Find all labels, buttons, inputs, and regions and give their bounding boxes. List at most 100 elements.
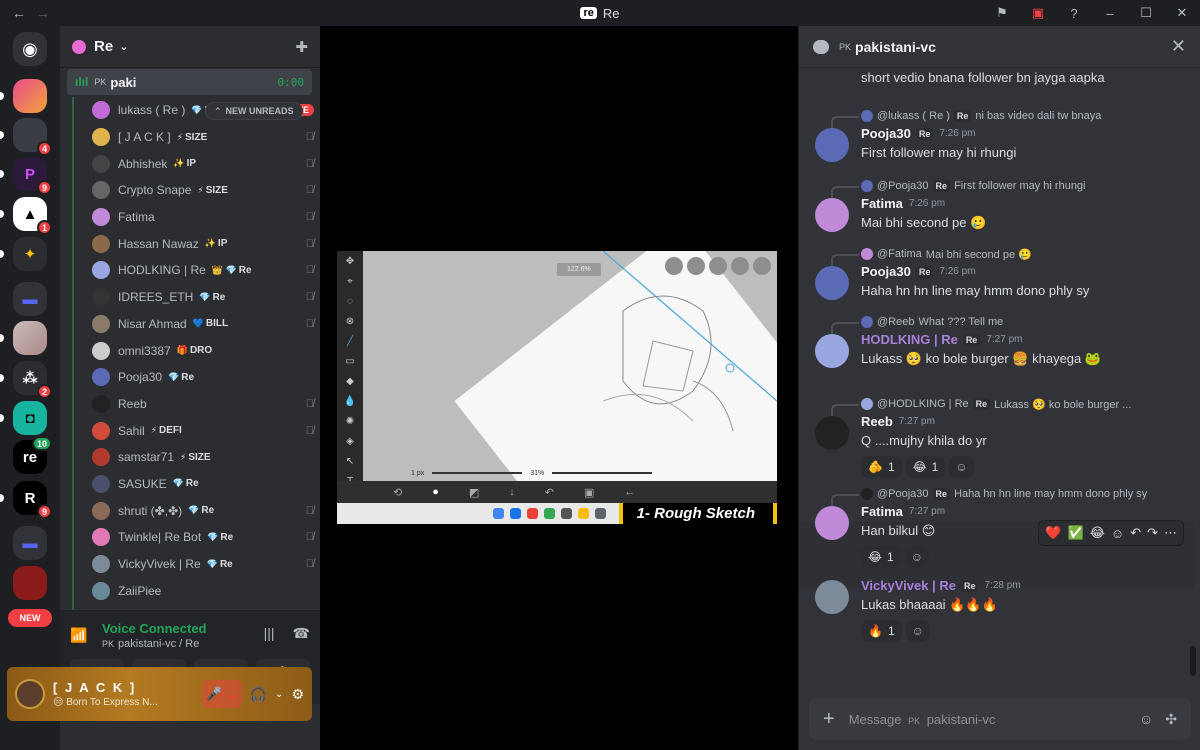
add-user-icon[interactable]: ✚ bbox=[295, 38, 308, 56]
reaction-button[interactable]: 🫵 1 bbox=[861, 456, 902, 478]
reaction-button[interactable]: 😂 1 bbox=[905, 456, 946, 478]
voice-member-row[interactable]: Twinkle| Re Bot 💎 Re 🎙̸ bbox=[92, 524, 314, 551]
message-author[interactable]: Pooja30 bbox=[861, 264, 911, 279]
close-icon[interactable]: ✕ bbox=[1164, 0, 1200, 26]
voice-status[interactable]: Voice Connected bbox=[102, 621, 207, 636]
forward-arrow-icon[interactable]: → bbox=[36, 5, 50, 21]
close-icon[interactable]: ✕ bbox=[1171, 36, 1186, 57]
voice-member-row[interactable]: omni3387 🎁 DRO bbox=[92, 337, 314, 364]
voice-member-row[interactable]: samstar71 ⚡ SIZE bbox=[92, 444, 314, 471]
signal-icon[interactable]: 📶 bbox=[70, 627, 87, 644]
new-servers-pill[interactable]: NEW bbox=[8, 609, 52, 627]
reply-preview[interactable]: @Pooja30 Re First follower may hi rhungi bbox=[831, 178, 1086, 198]
voice-channel-path[interactable]: pakistani-vc / Re bbox=[118, 638, 199, 650]
voice-member-row[interactable]: VickyVivek | Re 💎 Re 🎙̸ bbox=[92, 551, 314, 578]
voice-member-row[interactable]: IDREES_ETH 💎 Re 🎙̸ bbox=[92, 284, 314, 311]
stream-stage[interactable]: 122.6% ✥⌖◌⊗╱▭◆💧✺◈↖T 1 px 31% ⟲●◩↓↶▣← 1- … bbox=[320, 26, 798, 750]
voice-member-row[interactable]: shruti (✤,✤) 💎 Re 🎙̸ bbox=[92, 497, 314, 524]
avatar[interactable] bbox=[815, 580, 849, 614]
server-header[interactable]: Re ⌄ ✚ bbox=[60, 26, 320, 68]
add-attachment-icon[interactable]: + bbox=[823, 708, 835, 731]
message-author[interactable]: HODLKING | Re bbox=[861, 332, 958, 347]
flag-icon[interactable]: ⚑ bbox=[984, 0, 1020, 26]
back-arrow-icon[interactable]: ← bbox=[12, 5, 26, 21]
apps-icon[interactable]: ✣ bbox=[1165, 711, 1177, 728]
folder-icon[interactable]: ▬ bbox=[13, 282, 47, 316]
maximize-icon[interactable]: ☐ bbox=[1128, 0, 1164, 26]
forward-icon[interactable]: ↷ bbox=[1147, 525, 1158, 541]
message-author[interactable]: Fatima bbox=[861, 196, 903, 211]
voice-channel-row[interactable]: ılıl PK paki 0:00 bbox=[67, 69, 312, 95]
reply-preview[interactable]: @Pooja30 Re Haha hn hn line may hmm dono p… bbox=[831, 486, 1147, 506]
reply-icon[interactable]: ↶ bbox=[1130, 525, 1141, 541]
reply-preview[interactable]: @lukass ( Re ) Re ni bas video dali tw bna… bbox=[831, 108, 1101, 128]
settings-gear-icon[interactable]: ⚙ bbox=[291, 686, 304, 703]
reply-preview[interactable]: @HODLKING | Re Re Lukass 🥺 ko bole burger … bbox=[831, 396, 1131, 416]
avatar bbox=[92, 261, 110, 280]
voice-member-row[interactable]: Fatima 🎙̸ bbox=[92, 204, 314, 231]
reaction-button[interactable]: 😂 1 bbox=[861, 546, 901, 568]
heart-reaction-icon[interactable]: ❤️ bbox=[1045, 525, 1061, 541]
chat-scrollbar[interactable] bbox=[1190, 646, 1196, 676]
mute-mic-button[interactable]: 🎤̸ ⌄ bbox=[201, 680, 242, 708]
minimize-icon[interactable]: – bbox=[1092, 0, 1128, 26]
avatar[interactable] bbox=[815, 416, 849, 450]
server-icon[interactable] bbox=[0, 79, 47, 113]
message-composer[interactable]: + Message PK pakistani-vc ☺ ✣ bbox=[809, 698, 1191, 740]
message-author[interactable]: VickyVivek | Re bbox=[861, 578, 956, 593]
avatar[interactable] bbox=[815, 334, 849, 368]
help-icon[interactable]: ? bbox=[1056, 0, 1092, 26]
reaction-button[interactable]: 🔥 1 bbox=[861, 620, 902, 642]
voice-member-row[interactable]: Reeb 🎙̸ bbox=[92, 391, 314, 418]
emoji-icon[interactable]: ☺ bbox=[1139, 711, 1153, 728]
server-icon[interactable]: ⁂ 2 bbox=[0, 361, 52, 399]
server-icon[interactable]: re 10 bbox=[13, 436, 52, 474]
reply-preview[interactable]: @Reeb What ??? Tell me bbox=[831, 314, 1003, 334]
message-author[interactable]: Reeb bbox=[861, 414, 893, 429]
folder-icon[interactable]: ▬ bbox=[13, 526, 47, 560]
avatar[interactable] bbox=[815, 266, 849, 300]
add-reaction-icon[interactable]: ☺ bbox=[949, 456, 974, 478]
server-icon[interactable]: ◘ bbox=[0, 401, 47, 435]
voice-member-row[interactable]: ZaiiPiee bbox=[92, 577, 314, 604]
server-icon[interactable]: ✦ bbox=[0, 237, 47, 271]
message-timestamp: 7:27 pm bbox=[898, 416, 935, 427]
server-icon[interactable]: P9 bbox=[0, 157, 52, 195]
headphones-icon[interactable]: 🎧 bbox=[250, 686, 267, 703]
add-reaction-icon[interactable]: ☺ bbox=[904, 546, 929, 568]
add-reaction-icon[interactable]: ☺ bbox=[905, 620, 930, 642]
add-reaction-icon[interactable]: ☺ bbox=[1111, 526, 1124, 541]
noise-suppression-icon[interactable]: ||| bbox=[264, 625, 275, 642]
chevron-down-icon[interactable]: ⌄ bbox=[275, 689, 283, 700]
screen-share-video[interactable]: 122.6% ✥⌖◌⊗╱▭◆💧✺◈↖T 1 px 31% ⟲●◩↓↶▣← 1- … bbox=[337, 251, 777, 524]
voice-member-row[interactable]: SASUKE 💎 Re bbox=[92, 471, 314, 498]
server-icon[interactable]: ▲ 1 bbox=[0, 197, 52, 235]
reply-preview[interactable]: @Fatima Mai bhi second pe 🥲 bbox=[831, 246, 1032, 266]
server-icon[interactable]: R9 bbox=[0, 481, 52, 519]
voice-member-row[interactable]: HODLKING | Re 👑 💎 Re 🎙̸ bbox=[92, 257, 314, 284]
message-author[interactable]: Fatima bbox=[861, 504, 903, 519]
voice-member-row[interactable]: Crypto Snape ⚡ SIZE 🎙̸ bbox=[92, 177, 314, 204]
voice-member-row[interactable]: [ J A C K ] ⚡ SIZE 🎙̸ bbox=[92, 124, 314, 151]
user-avatar[interactable] bbox=[15, 679, 45, 709]
voice-member-row[interactable]: Abhishek ✨ IP 🎙̸ bbox=[92, 150, 314, 177]
avatar[interactable] bbox=[815, 506, 849, 540]
voice-member-row[interactable]: Sahil ⚡ DEFI 🎙̸ bbox=[92, 417, 314, 444]
avatar[interactable] bbox=[815, 128, 849, 162]
server-icon[interactable] bbox=[0, 321, 47, 355]
avatar[interactable] bbox=[815, 198, 849, 232]
check-reaction-icon[interactable]: ✅ bbox=[1068, 525, 1084, 541]
server-icon[interactable]: 4 bbox=[0, 118, 52, 156]
new-unreads-pill[interactable]: ⌃ NEW UNREADS bbox=[205, 102, 303, 120]
laugh-reaction-icon[interactable]: 😂 bbox=[1090, 525, 1105, 541]
server-icon[interactable] bbox=[13, 566, 47, 600]
voice-member-row[interactable]: Pooja30 💎 Re bbox=[92, 364, 314, 391]
disconnect-icon[interactable]: ☎ bbox=[293, 625, 310, 642]
home-icon[interactable]: ◉ bbox=[13, 32, 47, 66]
more-options-icon[interactable]: ⋯ bbox=[1164, 525, 1177, 541]
voice-member-row[interactable]: Nisar Ahmad 💙 BILL 🎙̸ bbox=[92, 311, 314, 338]
inbox-icon[interactable]: ▣ bbox=[1020, 0, 1056, 26]
composer-placeholder[interactable]: Message PK pakistani-vc bbox=[849, 712, 996, 727]
voice-member-row[interactable]: Hassan Nawaz ✨ IP 🎙̸ bbox=[92, 230, 314, 257]
message-author[interactable]: Pooja30 bbox=[861, 126, 911, 141]
